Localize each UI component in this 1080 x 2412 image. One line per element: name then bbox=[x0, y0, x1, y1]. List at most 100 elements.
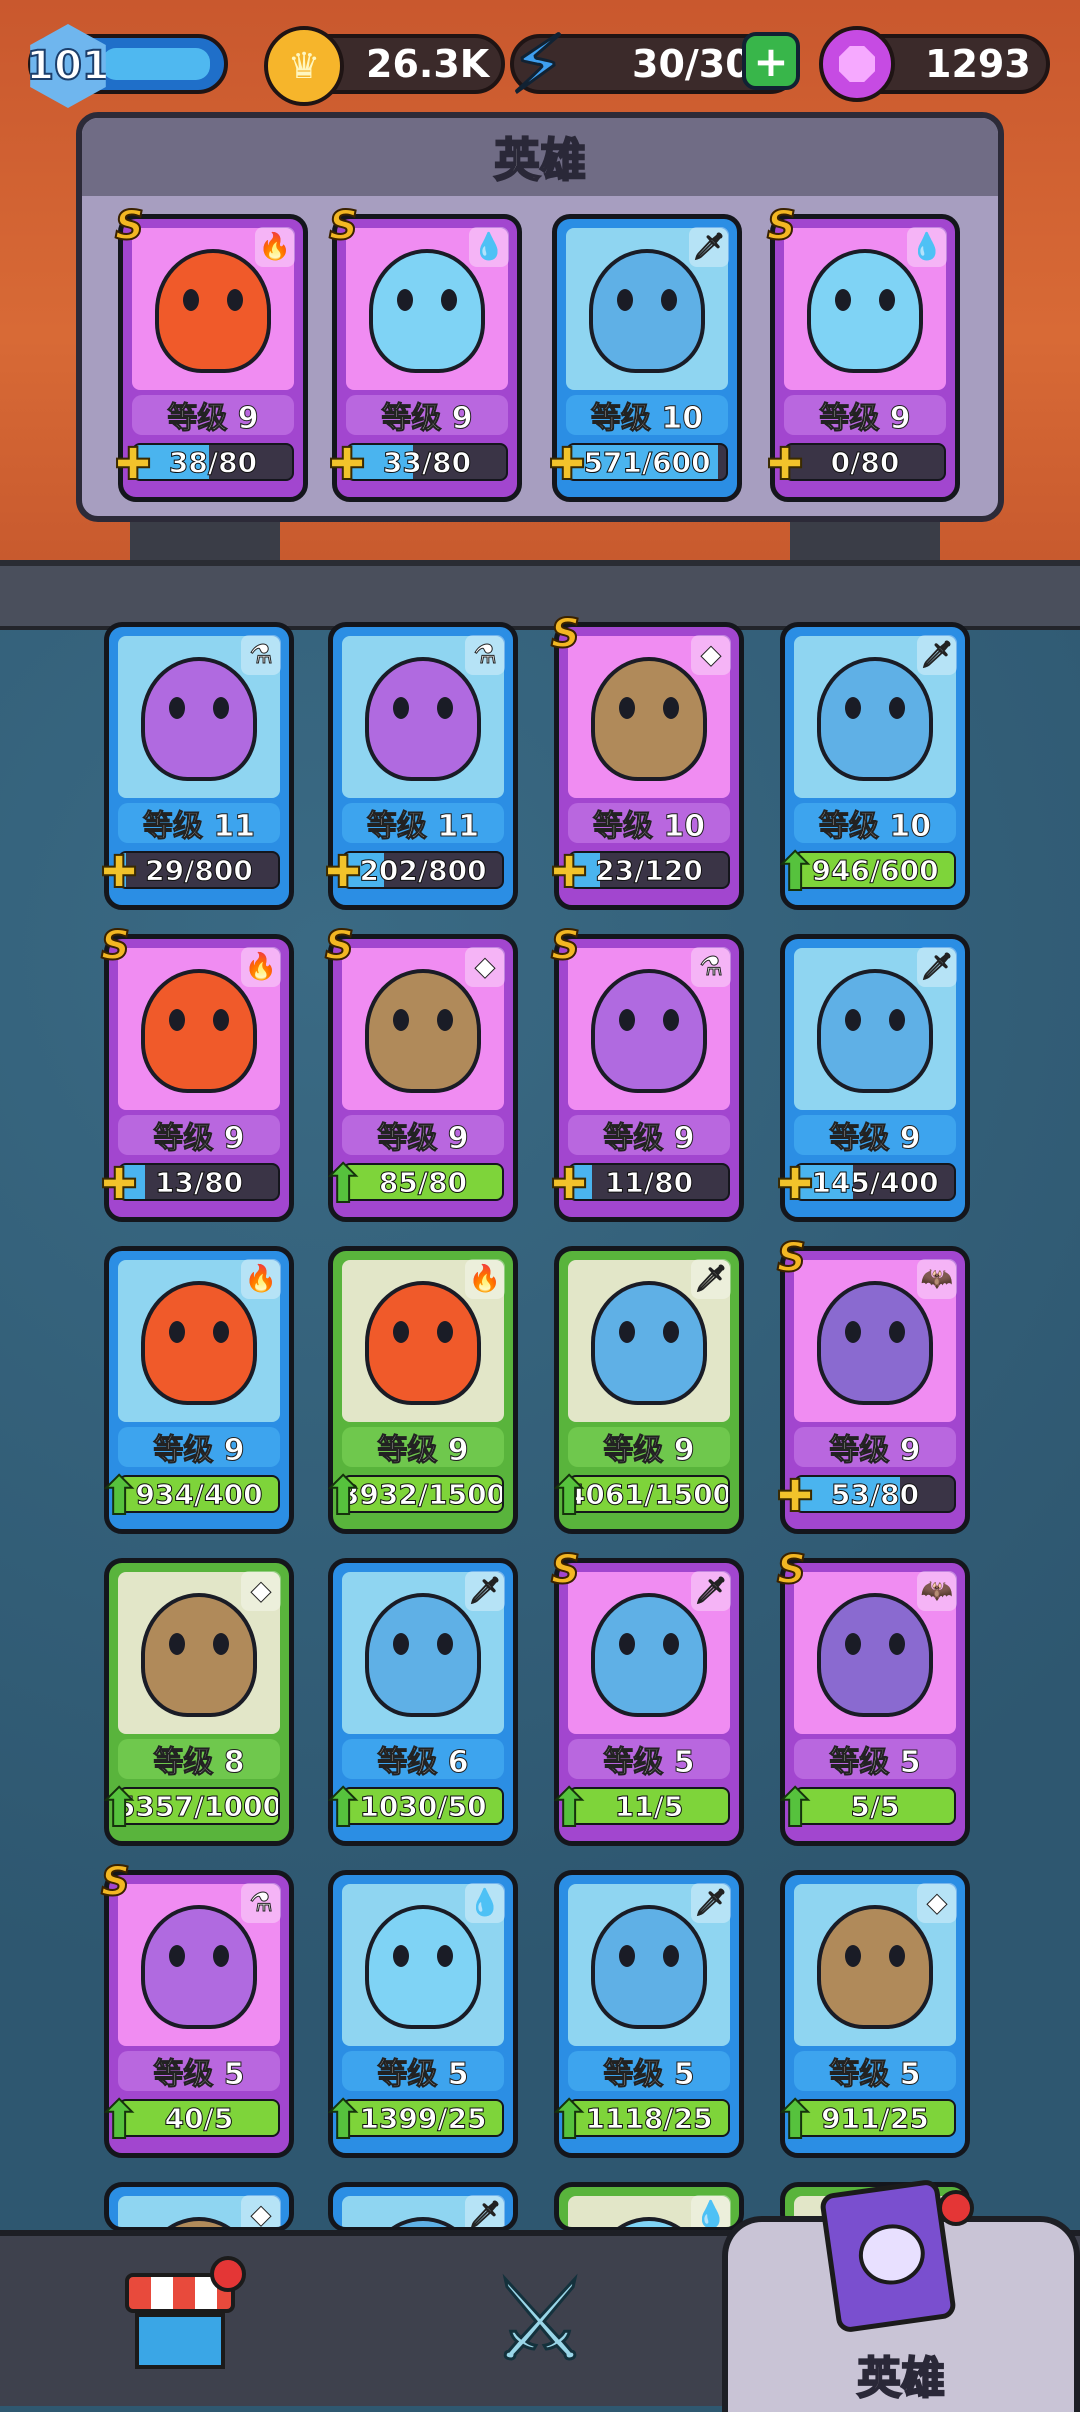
upgrade-arrow-icon[interactable]: ⬆ bbox=[319, 1470, 367, 1524]
rock-element-icon: ◆ bbox=[691, 635, 731, 675]
card-progress-text: 11/5 bbox=[614, 1789, 684, 1823]
hero-card[interactable]: ⚗ 等级 11 29/800 ✚ bbox=[100, 622, 294, 910]
hero-figure bbox=[365, 1905, 481, 2029]
s-rank-badge: S bbox=[550, 922, 581, 970]
hero-card[interactable]: ◆ 等级 8 5357/1000 ⬆ bbox=[96, 1558, 294, 1846]
hero-card-icon bbox=[818, 2178, 958, 2334]
nav-heroes-label: 英雄 bbox=[856, 2352, 946, 2405]
hero-level: 等级 9 bbox=[118, 1427, 280, 1469]
gem-icon bbox=[819, 26, 895, 102]
hero-card[interactable]: 🗡 bbox=[328, 2182, 518, 2232]
hero-card[interactable]: 🦇 S 等级 9 53/80 ✚ bbox=[776, 1234, 970, 1534]
fire-element-icon: 🔥 bbox=[241, 947, 281, 987]
hero-card[interactable]: 🗡 等级 9 145/400 ✚ bbox=[776, 934, 970, 1222]
nav-heroes-button[interactable]: 英雄 bbox=[722, 2178, 1080, 2412]
hero-figure bbox=[365, 1281, 481, 1405]
hero-card[interactable]: 🦇 S 等级 5 5/5 ⬆ bbox=[772, 1546, 970, 1846]
card-progress-text: 40/5 bbox=[164, 2101, 234, 2135]
energy-counter[interactable]: ⚡ 30/30 + bbox=[509, 20, 800, 109]
water-element-icon: 💧 bbox=[691, 2195, 731, 2227]
water-element-icon: 💧 bbox=[469, 227, 509, 267]
upgrade-arrow-icon[interactable]: ⬆ bbox=[319, 1782, 367, 1836]
potion-element-icon: ⚗ bbox=[691, 947, 731, 987]
hero-card[interactable]: 🔥 S 等级 9 13/80 ✚ bbox=[100, 922, 294, 1222]
card-progress-text: 13/80 bbox=[154, 1165, 244, 1199]
card-progress-text: 0/80 bbox=[830, 445, 900, 479]
hero-card[interactable]: 🗡 等级 6 1030/50 ⬆ bbox=[320, 1558, 518, 1846]
hero-card[interactable]: 🗡 等级 5 1118/25 ⬆ bbox=[546, 1870, 744, 2158]
hero-card[interactable]: 🗡 S 等级 5 11/5 ⬆ bbox=[546, 1546, 744, 1846]
puzzle-piece-icon: ✚ bbox=[328, 439, 367, 490]
water-element-icon: 💧 bbox=[907, 227, 947, 267]
upgrade-arrow-icon[interactable]: ⬆ bbox=[319, 1158, 367, 1212]
hero-level: 等级 11 bbox=[118, 803, 280, 845]
hero-figure bbox=[141, 657, 257, 781]
hero-figure bbox=[365, 1593, 481, 1717]
hero-card[interactable]: 💧 bbox=[554, 2182, 744, 2232]
add-energy-button[interactable]: + bbox=[742, 32, 800, 90]
sword-element-icon: 🗡 bbox=[465, 1571, 505, 1611]
nav-battle-button[interactable]: ⚔ bbox=[440, 2236, 640, 2406]
upgrade-arrow-icon[interactable]: ⬆ bbox=[771, 1782, 819, 1836]
card-progress-text: 145/400 bbox=[811, 1165, 939, 1199]
hero-level: 等级 11 bbox=[342, 803, 504, 845]
hero-figure bbox=[817, 969, 933, 1093]
upgrade-arrow-icon[interactable]: ⬆ bbox=[771, 846, 819, 900]
card-progress-text: 3932/1500 bbox=[342, 1477, 504, 1511]
energy-value: 30/30 bbox=[632, 42, 752, 86]
hero-card[interactable]: ◆ 等级 5 911/25 ⬆ bbox=[772, 1870, 970, 2158]
hero-card[interactable]: 🔥 S 等级 9 38/80 ✚ bbox=[114, 202, 308, 502]
hero-card[interactable]: ⚗ S 等级 5 40/5 ⬆ bbox=[96, 1858, 294, 2158]
hero-figure bbox=[807, 249, 923, 373]
team-title: 英雄 bbox=[493, 132, 587, 188]
puzzle-piece-icon: ✚ bbox=[550, 1159, 589, 1210]
player-level-bar[interactable]: 101 bbox=[26, 24, 228, 108]
hero-card[interactable]: 💧 S 等级 9 33/80 ✚ bbox=[328, 202, 522, 502]
hero-card[interactable]: 💧 等级 5 1399/25 ⬆ bbox=[320, 1870, 518, 2158]
hero-card[interactable]: ⚗ S 等级 9 11/80 ✚ bbox=[550, 922, 744, 1222]
s-rank-badge: S bbox=[550, 1546, 581, 1594]
fire-element-icon: 🔥 bbox=[241, 1259, 281, 1299]
s-rank-badge: S bbox=[776, 1234, 807, 1282]
bat-element-icon: 🦇 bbox=[917, 1571, 957, 1611]
s-rank-badge: S bbox=[114, 202, 145, 250]
hero-card[interactable]: ◆ S 等级 9 85/80 ⬆ bbox=[320, 922, 518, 1222]
upgrade-arrow-icon[interactable]: ⬆ bbox=[545, 2094, 593, 2148]
hero-card[interactable]: ◆ S 等级 10 23/120 ✚ bbox=[550, 610, 744, 910]
card-progress-text: 946/600 bbox=[811, 853, 939, 887]
puzzle-piece-icon: ✚ bbox=[550, 847, 589, 898]
hero-card[interactable]: 🗡 等级 10 946/600 ⬆ bbox=[772, 622, 970, 910]
gem-counter[interactable]: 1293 bbox=[819, 26, 1050, 102]
player-level-value: 101 bbox=[26, 42, 110, 90]
pillar-left bbox=[130, 520, 280, 560]
hero-card[interactable]: 💧 S 等级 9 0/80 ✚ bbox=[766, 202, 960, 502]
s-rank-badge: S bbox=[550, 610, 581, 658]
sword-element-icon: 🗡 bbox=[689, 227, 729, 267]
upgrade-arrow-icon[interactable]: ⬆ bbox=[545, 1782, 593, 1836]
hero-card[interactable]: ◆ bbox=[104, 2182, 294, 2232]
upgrade-arrow-icon[interactable]: ⬆ bbox=[545, 1470, 593, 1524]
hero-figure bbox=[155, 249, 271, 373]
hero-level: 等级 9 bbox=[118, 1115, 280, 1157]
hero-card[interactable]: 🔥 等级 9 934/400 ⬆ bbox=[96, 1246, 294, 1534]
card-progress-text: 53/80 bbox=[830, 1477, 920, 1511]
upgrade-arrow-icon[interactable]: ⬆ bbox=[319, 2094, 367, 2148]
xp-progress-bar bbox=[102, 48, 210, 80]
card-progress-text: 1399/25 bbox=[359, 2101, 487, 2135]
nav-shop-button[interactable] bbox=[80, 2236, 280, 2406]
heroes-notification-dot bbox=[938, 2190, 974, 2226]
hero-card[interactable]: 🔥 等级 9 3932/1500 ⬆ bbox=[320, 1246, 518, 1534]
gem-value: 1293 bbox=[925, 42, 1031, 86]
rock-element-icon: ◆ bbox=[465, 947, 505, 987]
crossed-swords-icon: ⚔ bbox=[489, 2257, 591, 2385]
s-rank-badge: S bbox=[100, 922, 131, 970]
hero-card[interactable]: ⚗ 等级 11 202/800 ✚ bbox=[324, 622, 518, 910]
hero-card[interactable]: 🗡 等级 9 4061/1500 ⬆ bbox=[546, 1246, 744, 1534]
hero-card[interactable]: 🗡 等级 10 571/600 ✚ bbox=[548, 214, 742, 502]
shop-base bbox=[135, 2313, 225, 2369]
gold-counter[interactable]: ♛ 26.3K bbox=[264, 26, 505, 106]
upgrade-arrow-icon[interactable]: ⬆ bbox=[95, 1782, 143, 1836]
upgrade-arrow-icon[interactable]: ⬆ bbox=[771, 2094, 819, 2148]
upgrade-arrow-icon[interactable]: ⬆ bbox=[95, 2094, 143, 2148]
upgrade-arrow-icon[interactable]: ⬆ bbox=[95, 1470, 143, 1524]
